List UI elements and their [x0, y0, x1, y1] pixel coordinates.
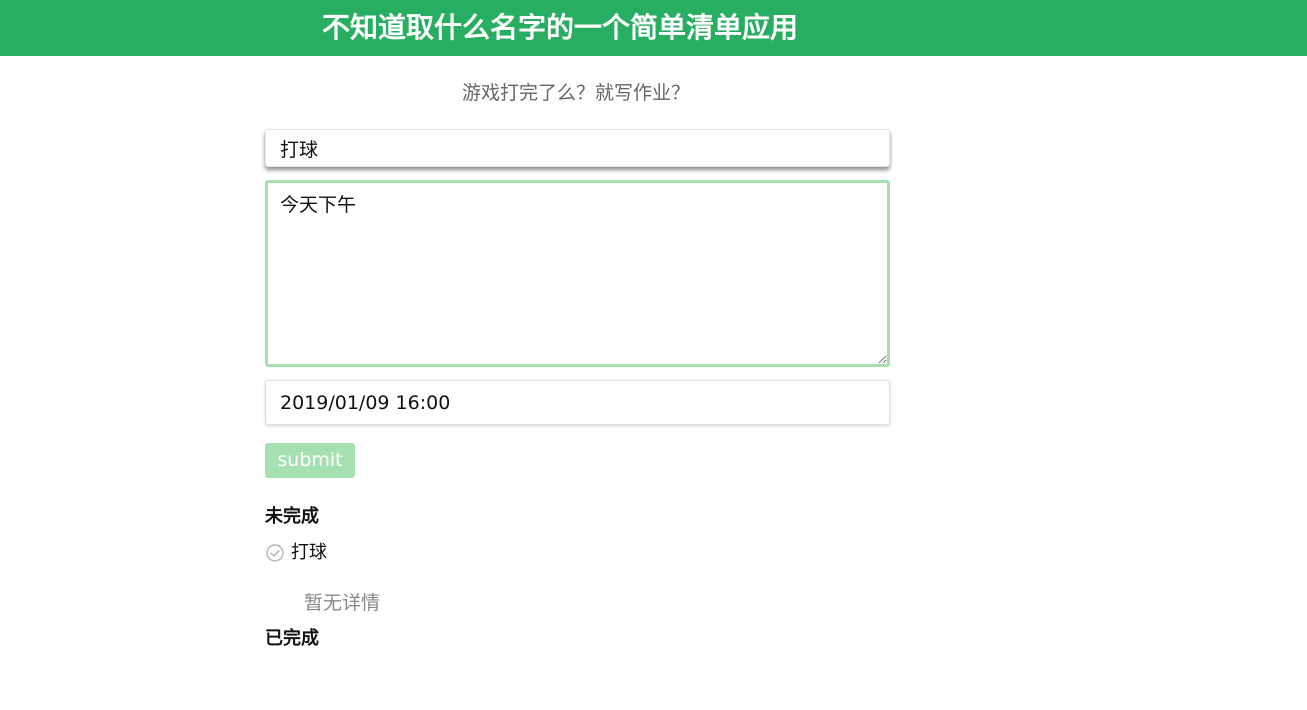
app-title: 不知道取什么名字的一个简单清单应用: [322, 11, 799, 44]
check-circle-icon[interactable]: [265, 543, 285, 563]
todo-item-label: 打球: [291, 542, 327, 563]
todo-date-input[interactable]: [265, 380, 890, 425]
todo-detail-textarea[interactable]: 今天下午: [265, 180, 890, 367]
todo-item-detail: 暂无详情: [304, 592, 381, 614]
page-subtitle: 游戏打完了么？就写作业？: [462, 82, 691, 104]
app-header: 不知道取什么名字的一个简单清单应用: [0, 0, 1307, 56]
todo-title-input[interactable]: [265, 129, 890, 167]
todo-item[interactable]: 打球: [265, 540, 327, 566]
submit-button[interactable]: submit: [265, 443, 355, 478]
pending-section-heading: 未完成: [265, 506, 319, 527]
done-section-heading: 已完成: [265, 628, 319, 649]
